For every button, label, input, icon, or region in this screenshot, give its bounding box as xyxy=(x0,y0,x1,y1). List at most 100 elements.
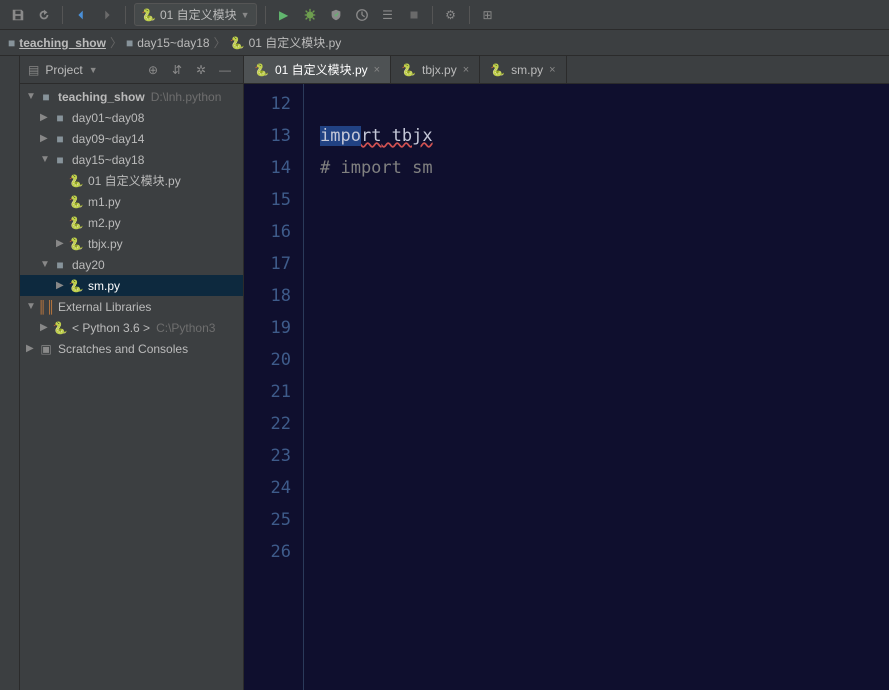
separator xyxy=(62,6,63,24)
expand-icon[interactable]: ▶ xyxy=(40,322,52,333)
tree-label: Scratches and Consoles xyxy=(58,342,188,356)
folder-icon: ■ xyxy=(52,153,68,167)
expand-icon[interactable]: ▼ xyxy=(40,259,52,270)
breadcrumb-folder[interactable]: ■ day15~day18 xyxy=(126,36,210,50)
chevron-right-icon: 〉 xyxy=(214,34,226,51)
tab-label: sm.py xyxy=(511,63,543,77)
folder-icon: ■ xyxy=(52,258,68,272)
profile-icon[interactable] xyxy=(352,5,372,25)
main-content: ▤ Project ▼ ⊕ ⇵ ✲ — ▼ ■ teaching_show D:… xyxy=(0,56,889,690)
tree-label: m1.py xyxy=(88,195,121,209)
tree-label: teaching_show xyxy=(58,90,145,104)
code-line-12 xyxy=(320,88,889,120)
tree-folder-day01[interactable]: ▶ ■ day01~day08 xyxy=(20,107,243,128)
tree-python36[interactable]: ▶ 🐍 < Python 3.6 > C:\Python3 xyxy=(20,317,243,338)
back-icon[interactable] xyxy=(71,5,91,25)
stop-icon[interactable] xyxy=(404,5,424,25)
breadcrumb-label: teaching_show xyxy=(19,36,106,50)
extra-icon[interactable]: ⊞ xyxy=(478,5,498,25)
run-configuration-dropdown[interactable]: 🐍 01 自定义模块 ▼ xyxy=(134,3,257,26)
tree-root[interactable]: ▼ ■ teaching_show D:\lnh.python xyxy=(20,86,243,107)
debug-icon[interactable] xyxy=(300,5,320,25)
python-icon: 🐍 xyxy=(254,63,269,77)
line-number: 21 xyxy=(244,376,291,408)
line-number: 14 xyxy=(244,152,291,184)
expand-icon[interactable]: ▶ xyxy=(26,343,38,354)
folder-icon: ■ xyxy=(38,90,54,104)
tree-folder-day15[interactable]: ▼ ■ day15~day18 xyxy=(20,149,243,170)
python-icon: 🐍 xyxy=(68,279,84,293)
tree-file-m1[interactable]: 🐍 m1.py xyxy=(20,191,243,212)
gear-icon[interactable]: ✲ xyxy=(191,60,211,80)
library-icon: ║║ xyxy=(38,300,54,314)
settings-icon[interactable]: ⚙ xyxy=(441,5,461,25)
tree-label: day20 xyxy=(72,258,105,272)
concurrency-icon[interactable]: ☰ xyxy=(378,5,398,25)
tree-label: day15~day18 xyxy=(72,153,144,167)
collapse-icon[interactable]: ⇵ xyxy=(167,60,187,80)
chevron-down-icon: ▼ xyxy=(241,10,250,20)
tree-path: D:\lnh.python xyxy=(151,90,222,104)
sidebar-header: ▤ Project ▼ ⊕ ⇵ ✲ — xyxy=(20,56,243,84)
python-icon: 🐍 xyxy=(490,63,505,77)
close-icon[interactable]: × xyxy=(549,64,555,76)
code-line-13: import tbjx xyxy=(320,120,889,152)
code-content[interactable]: import tbjx # import sm xyxy=(304,84,889,690)
line-number: 16 xyxy=(244,216,291,248)
close-icon[interactable]: × xyxy=(463,64,469,76)
tree-external-libraries[interactable]: ▼ ║║ External Libraries xyxy=(20,296,243,317)
tree-folder-day09[interactable]: ▶ ■ day09~day14 xyxy=(20,128,243,149)
refresh-icon[interactable] xyxy=(34,5,54,25)
left-tab-strip[interactable] xyxy=(0,56,20,690)
editor-area: 🐍 01 自定义模块.py × 🐍 tbjx.py × 🐍 sm.py × 12… xyxy=(244,56,889,690)
python-icon: 🐍 xyxy=(68,174,84,188)
chevron-down-icon[interactable]: ▼ xyxy=(89,65,98,75)
expand-icon[interactable]: ▶ xyxy=(56,238,68,249)
folder-icon: ■ xyxy=(52,132,68,146)
coverage-icon[interactable] xyxy=(326,5,346,25)
tab-sm[interactable]: 🐍 sm.py × xyxy=(480,56,566,83)
breadcrumb-file[interactable]: 🐍 01 自定义模块.py xyxy=(230,34,342,51)
close-icon[interactable]: × xyxy=(374,64,380,76)
tree-label: External Libraries xyxy=(58,300,151,314)
line-number: 25 xyxy=(244,504,291,536)
expand-icon[interactable]: ▶ xyxy=(40,133,52,144)
save-icon[interactable] xyxy=(8,5,28,25)
tree-file-m2[interactable]: 🐍 m2.py xyxy=(20,212,243,233)
python-icon: 🐍 xyxy=(68,195,84,209)
run-icon[interactable]: ▶ xyxy=(274,5,294,25)
sidebar-title: Project xyxy=(45,63,82,77)
forward-icon[interactable] xyxy=(97,5,117,25)
python-icon: 🐍 xyxy=(68,237,84,251)
tree-folder-day20[interactable]: ▼ ■ day20 xyxy=(20,254,243,275)
project-sidebar: ▤ Project ▼ ⊕ ⇵ ✲ — ▼ ■ teaching_show D:… xyxy=(20,56,244,690)
target-icon[interactable]: ⊕ xyxy=(143,60,163,80)
expand-icon[interactable]: ▶ xyxy=(56,280,68,291)
expand-icon[interactable]: ▼ xyxy=(26,91,38,102)
expand-icon[interactable]: ▶ xyxy=(40,112,52,123)
line-gutter: 12 13 14 15 16 17 18 19 20 21 22 23 24 2… xyxy=(244,84,304,690)
selection: impo xyxy=(320,126,361,146)
editor-body[interactable]: 12 13 14 15 16 17 18 19 20 21 22 23 24 2… xyxy=(244,84,889,690)
tree-file-sm[interactable]: ▶ 🐍 sm.py xyxy=(20,275,243,296)
tab-tbjx[interactable]: 🐍 tbjx.py × xyxy=(391,56,480,83)
folder-icon: ■ xyxy=(52,111,68,125)
folder-icon: ■ xyxy=(8,36,15,50)
tree-file-01[interactable]: 🐍 01 自定义模块.py xyxy=(20,170,243,191)
tree-file-tbjx[interactable]: ▶ 🐍 tbjx.py xyxy=(20,233,243,254)
tree-label: < Python 3.6 > xyxy=(72,321,150,335)
hide-icon[interactable]: — xyxy=(215,60,235,80)
breadcrumb-root[interactable]: ■ teaching_show xyxy=(8,36,106,50)
tab-01[interactable]: 🐍 01 自定义模块.py × xyxy=(244,56,391,83)
separator xyxy=(469,6,470,24)
tab-label: tbjx.py xyxy=(422,63,457,77)
project-tool-icon: ▤ xyxy=(28,63,39,77)
expand-icon[interactable]: ▼ xyxy=(26,301,38,312)
expand-icon[interactable]: ▼ xyxy=(40,154,52,165)
python-icon: 🐍 xyxy=(230,36,245,50)
line-number: 17 xyxy=(244,248,291,280)
tab-label: 01 自定义模块.py xyxy=(275,61,368,78)
tree-scratches[interactable]: ▶ ▣ Scratches and Consoles xyxy=(20,338,243,359)
python-icon: 🐍 xyxy=(68,216,84,230)
folder-icon: ■ xyxy=(126,36,133,50)
